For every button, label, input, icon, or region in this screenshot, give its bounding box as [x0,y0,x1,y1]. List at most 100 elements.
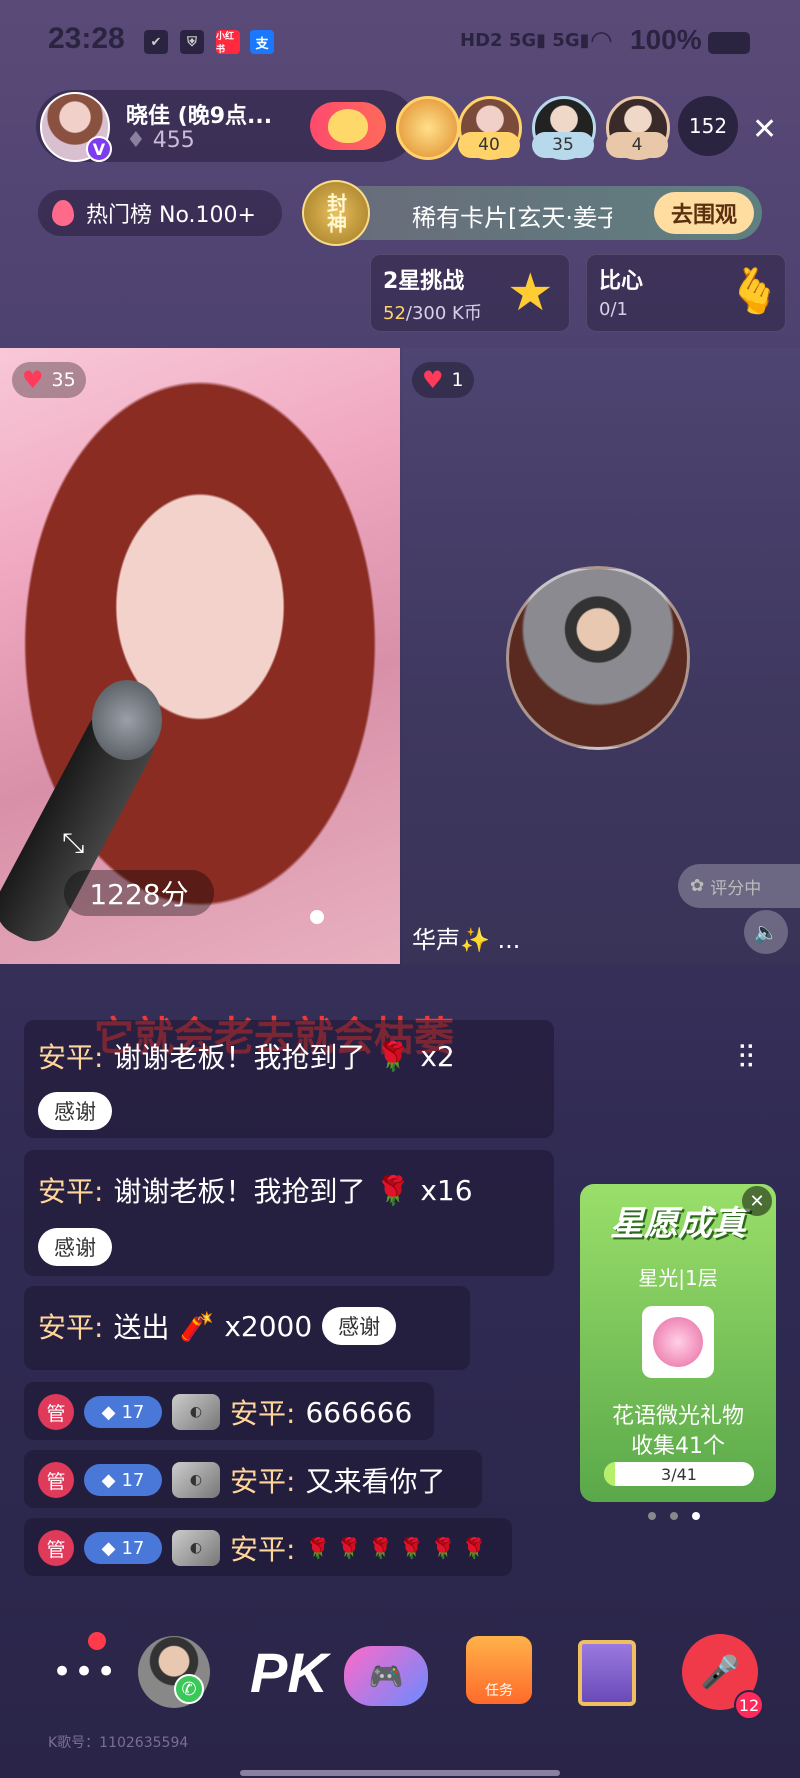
medal-icon: ◐ [172,1394,220,1430]
pk-button[interactable]: PK [250,1640,328,1705]
chat-nick: 安平: [38,1041,104,1074]
split-handle[interactable] [310,910,324,924]
wish-description: 花语微光礼物 收集41个 [611,1404,744,1459]
chat-message: 安平: 谢谢老板！我抢到了 🌹 x2 感谢 [24,1020,554,1138]
status-bar: 23:28 ✔ ⛨ 小红书 支 HD2 5G▮ 5G▮ ◠ 100% [0,0,800,80]
notification-dot [88,1632,106,1650]
wish-subtitle: 星光|1层 [638,1266,718,1290]
mic-queue-count: 12 [734,1690,764,1720]
level-badge: ◆ 17 [84,1464,162,1496]
thank-button[interactable]: 感谢 [322,1307,397,1345]
gift-count: x2 [420,1039,455,1073]
star-icon: ★ [507,263,554,323]
home-indicator[interactable] [240,1770,560,1776]
chat-nick: 安平: [230,1465,296,1498]
admin-badge: 管 [38,1530,74,1566]
challenge-title: 比心 [599,269,644,294]
chat-message: 安平: 送出 🧨 x2000 感谢 [24,1286,470,1370]
battery-percent: 100% [630,24,702,55]
host-name: 晓佳 (晚9点... [126,104,273,129]
score-pill: 1228分 [64,870,214,916]
battery-icon [708,32,750,54]
xiaohongshu-icon: 小红书 [216,30,240,55]
admin-badge: 管 [38,1462,74,1498]
chat-message: 安平: 谢谢老板！我抢到了 🌹 x16 感谢 [24,1150,554,1276]
more-icon[interactable]: ••• [52,1652,118,1692]
hot-rank-pill[interactable]: 热门榜 No.100+ [38,190,282,236]
chat-text: 又来看你了 [305,1465,446,1498]
k-song-id: K歌号：1102635594 [48,1735,189,1751]
medal-icon: ◐ [172,1462,220,1498]
alipay-icon: 支 [250,30,274,54]
chat-text: 送出 [113,1311,170,1344]
heart-gold-icon [328,109,368,143]
loading-icon: ✿ [690,876,705,896]
signal-icons: HD2 5G▮ 5G▮ [460,30,590,51]
wish-progress-text: 3/41 [661,1464,697,1484]
gamepad-icon[interactable]: 🎮 [344,1646,428,1706]
task-icon[interactable]: 任务 [466,1636,532,1704]
host-score: ♦ 455 [126,128,195,153]
carousel-dot-active [692,1512,700,1520]
check-icon: ✔ [144,30,168,54]
level-badge: ◆ 17 [84,1396,162,1428]
fire-icon: ♦ [126,128,146,153]
phone-icon: ✆ [174,1674,204,1704]
star-challenge-card[interactable]: 2星挑战 52/300 K币 ★ [370,254,570,332]
card-banner-text: 稀有卡片[玄天·姜子 [412,204,612,232]
close-icon[interactable]: ✕ [742,1186,772,1216]
hot-rank-label: 热门榜 No.100+ [86,203,256,228]
viewer-count[interactable]: 152 [678,96,738,156]
medal-icon: ◐ [172,1530,220,1566]
flame-icon [52,200,74,226]
shrink-icon[interactable]: ⤡ [62,826,84,860]
go-watch-button[interactable]: 去围观 [654,192,754,234]
challenge-title: 2星挑战 [383,269,465,294]
chat-text: 谢谢老板！我抢到了 [113,1041,366,1074]
follow-button[interactable] [310,102,386,150]
scoring-status: ✿ 评分中 [678,864,800,908]
chat-message: 管 ◆ 17 ◐ 安平: 又来看你了 [24,1450,482,1508]
wifi-icon: ◠ [590,26,613,56]
right-like-count: ♥ 1 [412,362,474,398]
heart-icon: ♥ [422,366,444,394]
speaker-icon[interactable]: 🔈 [744,910,788,954]
rose-icon: 🌹 [375,1039,411,1073]
seal-icon: 封神 [302,180,370,246]
rose-icon: 🌹 [375,1173,411,1207]
heart-challenge-card[interactable]: 比心 0/1 🫰 [586,254,786,332]
shield-icon: ⛨ [180,30,204,54]
chat-nick: 安平: [38,1311,104,1344]
thank-button[interactable]: 感谢 [38,1228,112,1266]
chat-message: 管 ◆ 17 ◐ 安平: 666666 [24,1382,434,1440]
challenge-progress: 52/300 K币 [383,303,482,324]
diamond-icon: ◆ [101,1401,116,1423]
level-badge: ◆ 17 [84,1532,162,1564]
guest-name: 华声✨ ... [412,926,521,954]
carousel-dot [670,1512,678,1520]
microphone-head [92,680,162,760]
flower-gift-icon [642,1306,714,1378]
chat-text: 666666 [305,1395,413,1429]
diamond-icon: ◆ [101,1537,116,1559]
mixer-icon[interactable]: ⫶⫶ [738,1038,754,1077]
heart-icon: ♥ [22,366,44,394]
gift-count: x16 [420,1173,473,1207]
guest-avatar[interactable] [506,566,690,750]
carousel-dots [648,1512,700,1520]
gift-rank-icon[interactable] [396,96,460,160]
treasure-chest-icon[interactable] [578,1640,636,1706]
left-like-count: ♥ 35 [12,362,86,398]
chat-text: 🌹 🌹 🌹 🌹 🌹 🌹 [305,1536,487,1560]
rank-badge-1: 40 [458,132,520,158]
chat-nick: 安平: [230,1397,296,1430]
admin-badge: 管 [38,1394,74,1430]
close-icon[interactable]: ✕ [752,112,777,147]
chat-nick: 安平: [230,1533,296,1566]
wish-card[interactable]: 星愿成真 星光|1层 花语微光礼物 收集41个 3/41 [580,1184,776,1502]
rank-badge-3: 4 [606,132,668,158]
verified-icon: V [86,136,112,162]
wish-progress-bar: 3/41 [604,1462,754,1486]
thank-button[interactable]: 感谢 [38,1092,112,1130]
clock: 23:28 [48,22,125,55]
